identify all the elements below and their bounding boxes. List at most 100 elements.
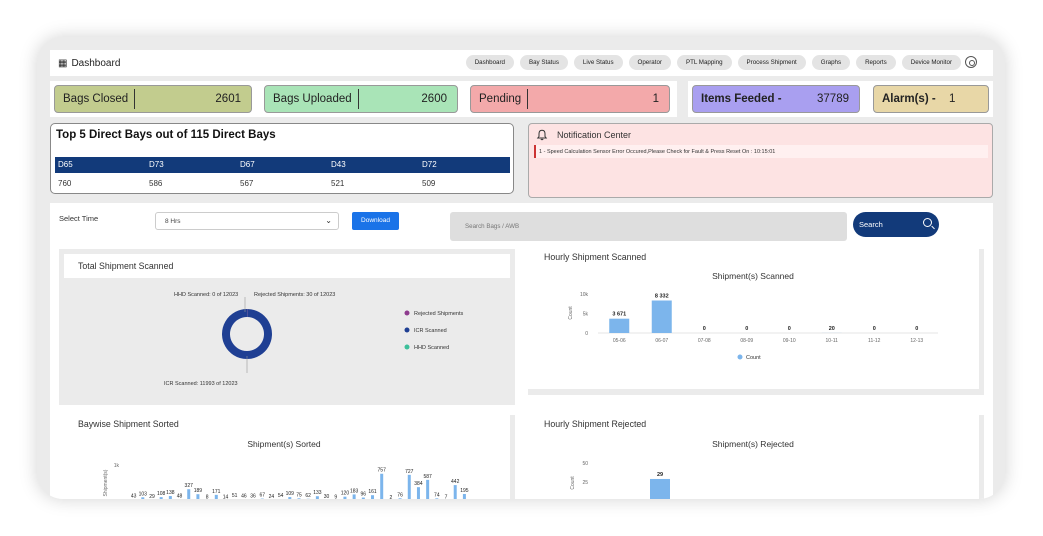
bar <box>650 478 670 499</box>
x-tick-label: 08-09 <box>740 338 753 344</box>
stats-row: Bags Closed 2601 Bags Uploaded 2600 Pend… <box>50 81 677 117</box>
items-feeded-card: Items Feeded - 37789 <box>692 85 860 113</box>
bay-value: 521 <box>331 179 345 188</box>
bar-value-label: 29 <box>149 494 155 499</box>
hourly-rejected-title: Hourly Shipment Rejected <box>544 419 647 429</box>
bar-value-label: 384 <box>414 481 423 487</box>
stats-row-secondary: Items Feeded - 37789 Alarm(s) - 1 <box>688 81 993 117</box>
download-button[interactable]: Download <box>352 212 399 230</box>
bay-header: D73 <box>149 160 164 169</box>
bar-value-label: 76 <box>397 492 403 498</box>
bar-value-label: 8 <box>206 495 209 499</box>
bar-value-label: 442 <box>451 479 460 485</box>
notification-item[interactable]: 1 - Speed Calculation Sensor Error Occur… <box>534 145 988 158</box>
bar <box>361 497 365 499</box>
total-shipment-title: Total Shipment Scanned <box>78 261 174 271</box>
bar-value-label: 171 <box>212 489 221 495</box>
total-shipment-title-bar: Total Shipment Scanned <box>64 254 510 278</box>
bar-value-label: 7 <box>445 495 448 499</box>
bar <box>651 300 672 333</box>
y-tick-label: 50 <box>582 461 588 467</box>
hourly-rejected-card: Hourly Shipment Rejected Shipment(s) Rej… <box>528 415 979 499</box>
bar-value-label: 0 <box>703 326 706 332</box>
bell-icon <box>536 129 548 141</box>
nav-dashboard[interactable]: Dashboard <box>465 55 514 70</box>
y-tick-label: 1k <box>114 463 120 469</box>
bags-uploaded-value: 2600 <box>421 93 447 105</box>
bar-value-label: 9 <box>334 495 337 499</box>
y-axis-label: Count <box>570 476 576 490</box>
pending-value: 1 <box>652 93 659 105</box>
donut-label: HHD Scanned: 0 of 12023 <box>174 292 238 298</box>
bags-uploaded-label: Bags Uploaded <box>265 89 359 109</box>
bar <box>416 487 420 499</box>
x-tick-label: 05-06 <box>613 338 626 344</box>
nav-live-status[interactable]: Live Status <box>573 55 623 70</box>
bar-value-label: 189 <box>194 488 203 494</box>
legend-label: HHD Scanned <box>414 345 449 351</box>
y-tick-label: 5k <box>583 312 589 318</box>
nav-reports[interactable]: Reports <box>856 55 896 70</box>
bar <box>196 494 200 499</box>
notification-title: Notification Center <box>557 130 632 140</box>
bar-value-label: 24 <box>269 494 275 499</box>
brand[interactable]: ▦ Dashboard <box>58 58 120 69</box>
donut-label: Rejected Shipments: 30 of 12023 <box>254 292 335 298</box>
bar <box>426 479 430 499</box>
alarms-value: 1 <box>949 93 956 105</box>
pending-card: Pending 1 <box>470 85 670 113</box>
bar <box>453 485 457 499</box>
bags-uploaded-card: Bags Uploaded 2600 <box>264 85 458 113</box>
bar-value-label: 327 <box>185 483 194 489</box>
donut-label: ICR Scanned: 11993 of 12023 <box>164 381 238 387</box>
baywise-title: Baywise Shipment Sorted <box>78 419 179 429</box>
bar <box>343 496 347 499</box>
bar-value-label: 20 <box>829 326 835 332</box>
bay-value: 586 <box>149 179 163 188</box>
hourly-rejected-chart: Shipment(s) Rejected 25 50 Count 29 <box>570 439 794 499</box>
legend-label: ICR Scanned <box>414 328 447 334</box>
bags-closed-value: 2601 <box>215 93 241 105</box>
search-button-label: Search <box>859 220 883 229</box>
nav-device-monitor[interactable]: Device Monitor <box>901 55 961 70</box>
nav-process-shipment[interactable]: Process Shipment <box>737 55 806 70</box>
bay-header: D43 <box>331 160 346 169</box>
alarms-card[interactable]: Alarm(s) - 1 <box>873 85 989 113</box>
bar <box>288 497 292 499</box>
bay-header: D72 <box>422 160 437 169</box>
bar-value-label: 46 <box>241 493 247 499</box>
nav-ptl-mapping[interactable]: PTL Mapping <box>676 55 732 70</box>
bar <box>380 473 384 499</box>
legend-label: Rejected Shipments <box>414 311 463 317</box>
bar-value-label: 3 671 <box>612 312 626 318</box>
bar-value-label: 74 <box>434 492 440 498</box>
hourly-scanned-chart: Shipment(s) Scanned 0 5k 10k Count 3 671 05-06… <box>568 271 938 361</box>
bar-value-label: 103 <box>139 491 148 497</box>
top-bays-title: Top 5 Direct Bays out of 115 Direct Bays <box>56 129 276 141</box>
bar <box>168 496 172 499</box>
bar-value-label: 29 <box>657 472 663 478</box>
bar <box>187 489 191 499</box>
nav-bay-status[interactable]: Bay Status <box>519 55 568 70</box>
search-button[interactable]: Search <box>853 212 939 237</box>
donut-slice <box>222 309 272 359</box>
donut-chart: HHD Scanned: 0 of 12023 Rejected Shipment… <box>164 292 463 387</box>
bags-closed-label: Bags Closed <box>55 89 136 109</box>
bar <box>141 497 145 499</box>
bay-value: 760 <box>58 179 72 188</box>
search-icon <box>923 218 932 227</box>
nav-menu: Dashboard Bay Status Live Status Operato… <box>465 55 961 70</box>
gear-icon[interactable] <box>965 56 977 68</box>
bar-value-label: 0 <box>788 326 791 332</box>
nav-operator[interactable]: Operator <box>628 55 671 70</box>
alarms-label: Alarm(s) - <box>882 93 936 105</box>
legend-marker <box>404 327 410 333</box>
bar-value-label: 36 <box>250 494 256 499</box>
bay-value: 509 <box>422 179 436 188</box>
nav-graphs[interactable]: Graphs <box>811 55 851 70</box>
time-select[interactable]: 8 Hrs ⌄ <box>155 212 339 230</box>
baywise-card: Baywise Shipment Sorted Shipment(s) Sort… <box>59 415 510 499</box>
chart-title: Shipment(s) Scanned <box>712 271 794 281</box>
bar <box>214 494 218 499</box>
search-input[interactable]: Search Bags / AWB <box>450 212 847 241</box>
